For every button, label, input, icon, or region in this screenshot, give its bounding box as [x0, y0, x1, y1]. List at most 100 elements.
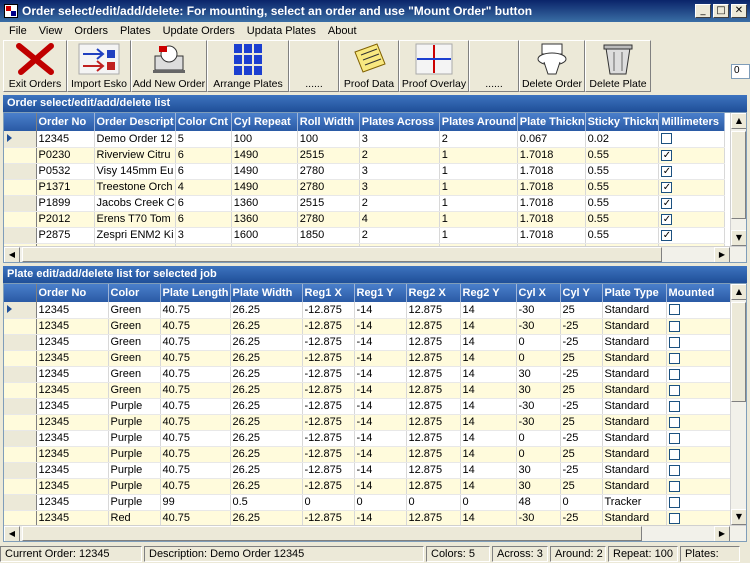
table-cell[interactable]: 3 [175, 227, 232, 244]
orders-col-millimeters[interactable]: Millimeters [658, 113, 726, 131]
row-selector[interactable] [4, 350, 37, 367]
table-cell[interactable]: -14 [354, 318, 407, 335]
table-cell[interactable]: 12.875 [406, 414, 461, 431]
plate-row[interactable]: 12345 Green 40.75 26.25 -12.875 -14 12.875 14 0 2… [4, 350, 733, 367]
table-cell[interactable]: -14 [354, 398, 407, 415]
table-cell[interactable]: 48 [516, 494, 561, 511]
table-cell[interactable]: -14 [354, 350, 407, 367]
table-cell[interactable]: P1371 [36, 179, 95, 196]
table-cell[interactable]: 0.55 [585, 227, 660, 244]
add-new-order-button[interactable]: Add New Order [131, 40, 207, 92]
table-cell[interactable]: 30 [516, 462, 561, 479]
plate-row[interactable]: 12345 Green 40.75 26.25 -12.875 -14 12.875 14 30… [4, 366, 733, 383]
table-cell[interactable]: P0532 [36, 163, 95, 180]
table-cell[interactable]: 1490 [231, 147, 298, 164]
table-cell[interactable]: Green [108, 302, 161, 319]
table-cell[interactable]: 12.875 [406, 366, 461, 383]
menu-file[interactable]: File [3, 25, 33, 37]
table-cell[interactable]: 12.875 [406, 446, 461, 463]
table-cell[interactable]: 0.55 [585, 147, 660, 164]
table-cell[interactable]: -14 [354, 430, 407, 447]
table-cell[interactable]: 14 [460, 510, 517, 527]
checkbox-cell[interactable]: ✓ [658, 195, 726, 212]
row-selector[interactable] [4, 478, 37, 495]
table-cell[interactable]: 40.75 [160, 334, 231, 351]
table-cell[interactable]: 1 [439, 211, 518, 228]
table-cell[interactable]: 0.067 [517, 131, 586, 148]
table-cell[interactable]: 1.7018 [517, 227, 586, 244]
table-cell[interactable]: Standard [602, 318, 667, 335]
table-cell[interactable]: -12.875 [302, 430, 355, 447]
table-cell[interactable]: 0 [354, 494, 407, 511]
table-cell[interactable]: 12.875 [406, 398, 461, 415]
spacer-button-2[interactable]: ...... [469, 40, 519, 92]
table-cell[interactable]: Green [108, 350, 161, 367]
checkbox-cell[interactable] [666, 430, 733, 447]
table-cell[interactable]: 26.25 [230, 334, 303, 351]
checkbox[interactable] [661, 133, 673, 145]
checkbox-cell[interactable] [666, 382, 733, 399]
table-cell[interactable]: Standard [602, 430, 667, 447]
row-selector[interactable] [4, 195, 37, 212]
plates-col-reg1-y[interactable]: Reg1 Y [354, 284, 407, 302]
table-cell[interactable]: Standard [602, 398, 667, 415]
table-cell[interactable]: Purple [108, 414, 161, 431]
table-cell[interactable]: 14 [460, 334, 517, 351]
plates-col-plate-length[interactable]: Plate Length [160, 284, 231, 302]
plate-row[interactable]: 12345 Green 40.75 26.25 -12.875 -14 12.875 14 30… [4, 382, 733, 399]
table-cell[interactable]: -14 [354, 334, 407, 351]
table-cell[interactable]: 100 [231, 131, 298, 148]
delete-order-button[interactable]: Delete Order [519, 40, 585, 92]
table-cell[interactable]: Purple [108, 446, 161, 463]
table-cell[interactable]: 26.25 [230, 446, 303, 463]
orders-scroll-thumb[interactable] [731, 131, 746, 219]
table-cell[interactable]: Riverview Citru [94, 147, 176, 164]
table-cell[interactable]: 0.5 [230, 494, 303, 511]
checkbox[interactable] [668, 384, 680, 396]
table-cell[interactable]: 12345 [36, 430, 109, 447]
table-cell[interactable]: 1360 [231, 195, 298, 212]
table-cell[interactable]: 0 [516, 334, 561, 351]
table-cell[interactable]: Tracker [602, 494, 667, 511]
order-row[interactable]: P2012 Erens T70 Tom 6 1360 2780 4 1 1.7018 0.55 ✓ [4, 211, 726, 228]
table-cell[interactable]: 14 [460, 446, 517, 463]
checkbox-cell[interactable] [666, 302, 733, 319]
table-cell[interactable]: -14 [354, 446, 407, 463]
table-cell[interactable]: -30 [516, 414, 561, 431]
table-cell[interactable]: 12.875 [406, 430, 461, 447]
checkbox-cell[interactable] [666, 414, 733, 431]
table-cell[interactable]: 3 [359, 163, 440, 180]
table-cell[interactable]: -12.875 [302, 334, 355, 351]
checkbox[interactable] [668, 432, 680, 444]
table-cell[interactable]: 40.75 [160, 366, 231, 383]
orders-col-color-cnt[interactable]: Color Cnt [175, 113, 232, 131]
table-cell[interactable]: 25 [560, 446, 603, 463]
table-cell[interactable]: 1.7018 [517, 195, 586, 212]
table-cell[interactable]: 0.55 [585, 179, 660, 196]
table-cell[interactable]: Erens T70 Tom [94, 211, 176, 228]
close-icon[interactable]: ✕ [731, 4, 747, 18]
checkbox-cell[interactable] [666, 446, 733, 463]
table-cell[interactable]: 1.7018 [517, 179, 586, 196]
table-cell[interactable]: 0.55 [585, 195, 660, 212]
table-cell[interactable]: 40.75 [160, 414, 231, 431]
table-cell[interactable]: -14 [354, 478, 407, 495]
table-cell[interactable]: 2780 [297, 163, 360, 180]
orders-col-roll-width[interactable]: Roll Width [297, 113, 360, 131]
checkbox-cell[interactable] [666, 494, 733, 511]
table-cell[interactable]: Treestone Orch [94, 179, 176, 196]
row-selector[interactable] [4, 334, 37, 351]
plates-hscroll-thumb[interactable] [22, 526, 642, 541]
table-cell[interactable]: 2 [359, 147, 440, 164]
checkbox-cell[interactable] [666, 318, 733, 335]
plates-col-reg2-y[interactable]: Reg2 Y [460, 284, 517, 302]
row-selector[interactable] [4, 430, 37, 447]
table-cell[interactable]: Purple [108, 398, 161, 415]
table-cell[interactable]: 0 [516, 350, 561, 367]
row-selector[interactable] [4, 302, 37, 319]
import-esko-button[interactable]: Import Esko [67, 40, 131, 92]
plates-col-reg2-x[interactable]: Reg2 X [406, 284, 461, 302]
plate-row[interactable]: 12345 Purple 40.75 26.25 -12.875 -14 12.875 14 0… [4, 430, 733, 447]
orders-col-plate-thickness[interactable]: Plate Thickn [517, 113, 586, 131]
table-cell[interactable]: 4 [359, 211, 440, 228]
